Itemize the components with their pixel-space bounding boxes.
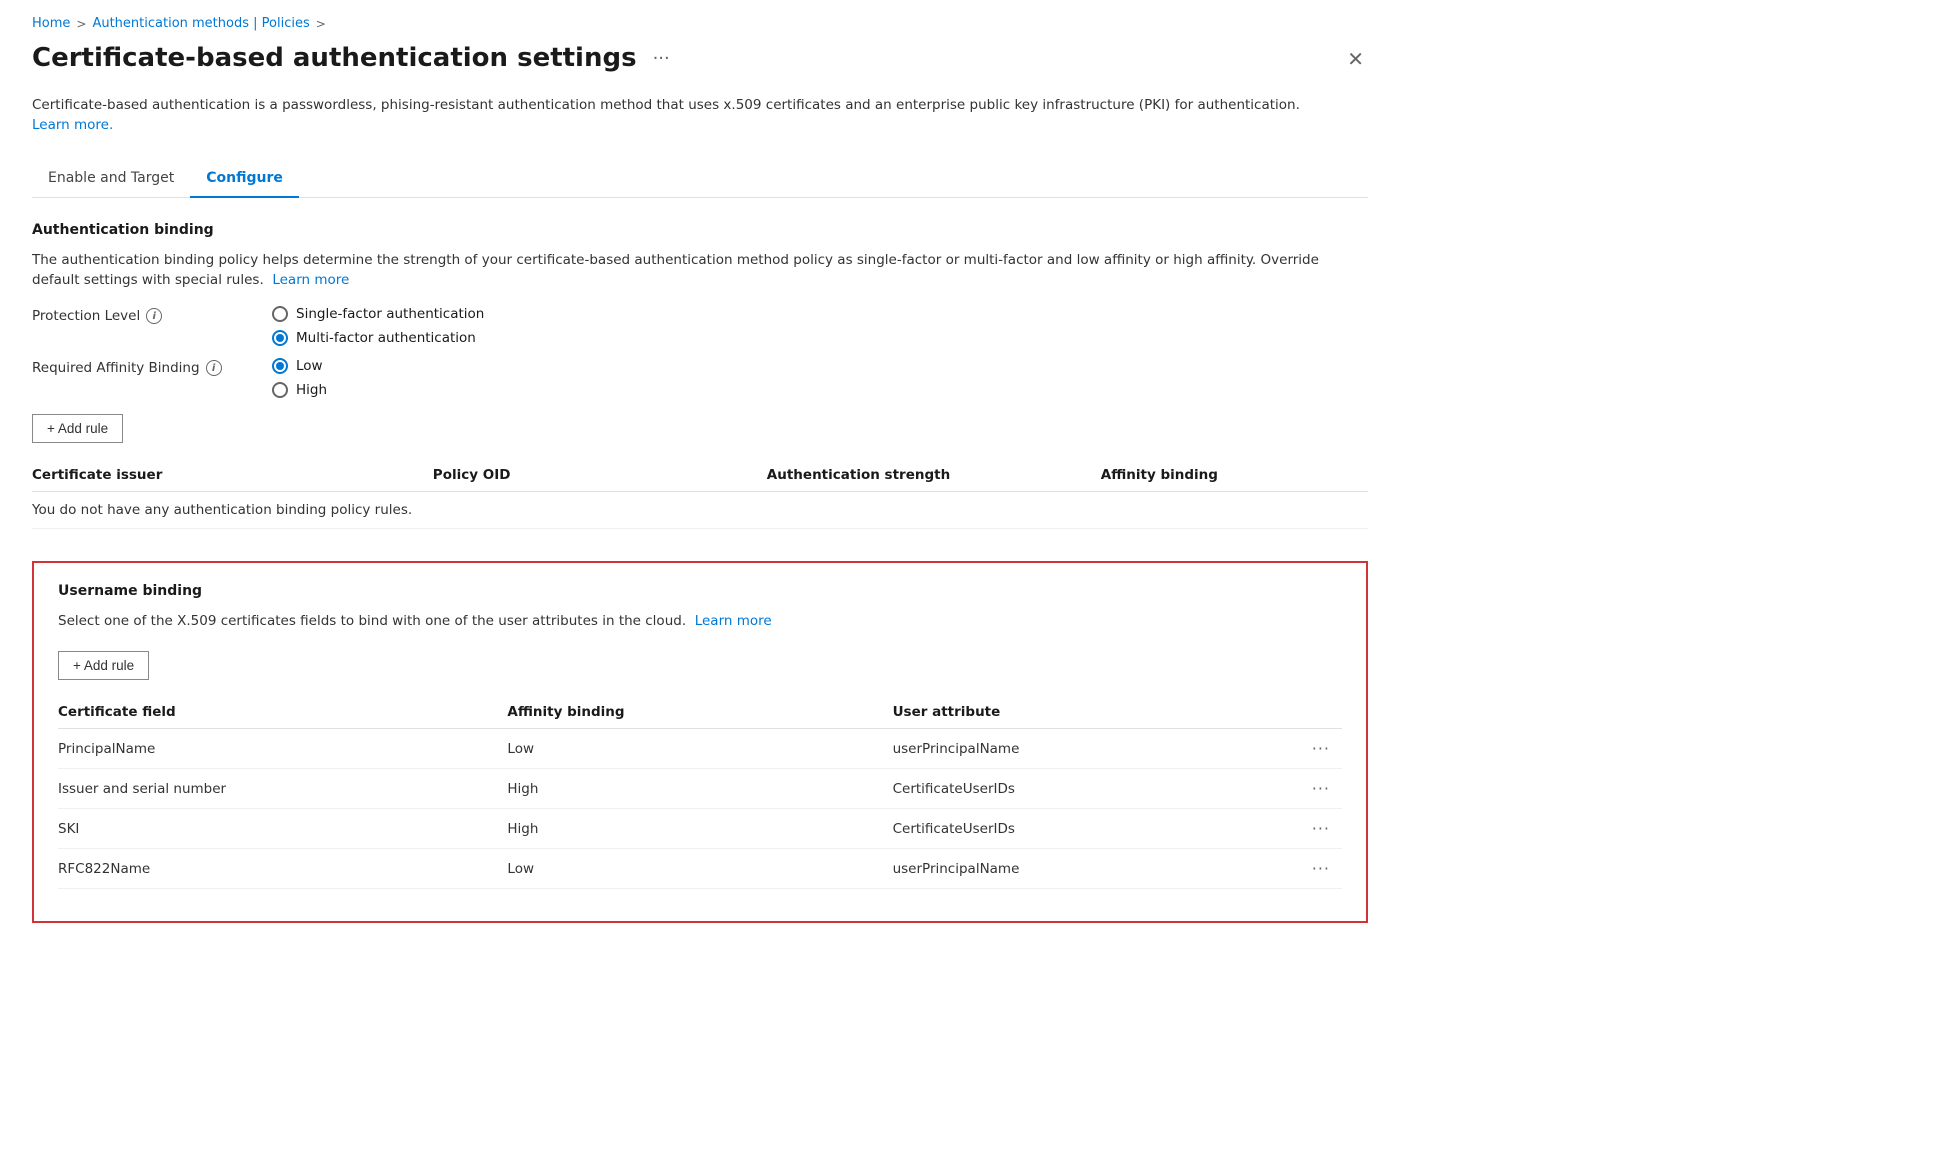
radio-single-factor-circle <box>272 306 288 322</box>
breadcrumb-sep-2: > <box>316 17 326 31</box>
username-binding-row: Issuer and serial number High Certificat… <box>58 769 1342 809</box>
auth-binding-empty-message: You do not have any authentication bindi… <box>32 492 1368 529</box>
radio-single-factor[interactable]: Single-factor authentication <box>272 306 484 322</box>
row-actions-cell: ··· <box>1278 849 1342 889</box>
username-binding-row: RFC822Name Low userPrincipalName ··· <box>58 849 1342 889</box>
row-actions-cell: ··· <box>1278 769 1342 809</box>
protection-level-info-icon[interactable]: i <box>146 308 162 324</box>
affinity-binding-cell: High <box>507 769 892 809</box>
breadcrumb-home[interactable]: Home <box>32 16 70 31</box>
row-actions-cell: ··· <box>1278 809 1342 849</box>
auth-binding-title: Authentication binding <box>32 222 1368 238</box>
username-binding-row: PrincipalName Low userPrincipalName ··· <box>58 729 1342 769</box>
username-binding-learn-more[interactable]: Learn more <box>695 613 772 629</box>
radio-low-label: Low <box>296 358 323 374</box>
page-header: Certificate-based authentication setting… <box>32 43 1368 75</box>
auth-binding-table: Certificate issuer Policy OID Authentica… <box>32 459 1368 529</box>
col-header-cert-field: Certificate field <box>58 696 507 729</box>
radio-low[interactable]: Low <box>272 358 327 374</box>
more-options-icon[interactable]: ··· <box>649 44 674 73</box>
user-attribute-cell: userPrincipalName <box>893 729 1278 769</box>
username-binding-table: Certificate field Affinity binding User … <box>58 696 1342 889</box>
tabs: Enable and Target Configure <box>32 160 1368 198</box>
breadcrumb-sep-1: > <box>76 17 86 31</box>
row-actions-cell: ··· <box>1278 729 1342 769</box>
radio-low-circle <box>272 358 288 374</box>
row-more-options-icon[interactable]: ··· <box>1312 779 1330 798</box>
auth-binding-learn-more[interactable]: Learn more <box>272 272 349 288</box>
cert-field-cell: PrincipalName <box>58 729 507 769</box>
row-more-options-icon[interactable]: ··· <box>1312 819 1330 838</box>
radio-multi-factor[interactable]: Multi-factor authentication <box>272 330 484 346</box>
radio-single-factor-label: Single-factor authentication <box>296 306 484 322</box>
page-title-row: Certificate-based authentication setting… <box>32 43 674 73</box>
page-learn-more-link[interactable]: Learn more. <box>32 117 113 133</box>
close-icon[interactable]: ✕ <box>1343 43 1368 75</box>
radio-multi-factor-label: Multi-factor authentication <box>296 330 476 346</box>
username-binding-row: SKI High CertificateUserIDs ··· <box>58 809 1342 849</box>
col-header-policy-oid: Policy OID <box>433 459 767 492</box>
col-header-affinity: Affinity binding <box>507 696 892 729</box>
affinity-binding-label: Required Affinity Binding i <box>32 358 232 376</box>
username-binding-title: Username binding <box>58 583 1342 599</box>
username-binding-add-rule-button[interactable]: + Add rule <box>58 651 149 680</box>
protection-level-row: Protection Level i Single-factor authent… <box>32 306 1368 346</box>
username-binding-section: Username binding Select one of the X.509… <box>32 561 1368 923</box>
user-attribute-cell: CertificateUserIDs <box>893 809 1278 849</box>
row-more-options-icon[interactable]: ··· <box>1312 859 1330 878</box>
col-header-cert-issuer: Certificate issuer <box>32 459 433 492</box>
affinity-binding-cell: Low <box>507 849 892 889</box>
page-title: Certificate-based authentication setting… <box>32 43 637 73</box>
radio-high-label: High <box>296 382 327 398</box>
affinity-binding-radio-group: Low High <box>272 358 327 398</box>
protection-level-radio-group: Single-factor authentication Multi-facto… <box>272 306 484 346</box>
col-header-actions <box>1278 696 1342 729</box>
col-header-affinity-binding: Affinity binding <box>1101 459 1368 492</box>
affinity-binding-info-icon[interactable]: i <box>206 360 222 376</box>
affinity-binding-row: Required Affinity Binding i Low High <box>32 358 1368 398</box>
radio-high[interactable]: High <box>272 382 327 398</box>
auth-binding-add-rule-button[interactable]: + Add rule <box>32 414 123 443</box>
page-description: Certificate-based authentication is a pa… <box>32 95 1332 136</box>
auth-binding-empty-row: You do not have any authentication bindi… <box>32 492 1368 529</box>
radio-high-circle <box>272 382 288 398</box>
cert-field-cell: RFC822Name <box>58 849 507 889</box>
page-container: Home > Authentication methods | Policies… <box>0 0 1400 955</box>
user-attribute-cell: CertificateUserIDs <box>893 769 1278 809</box>
tab-configure[interactable]: Configure <box>190 160 299 198</box>
radio-multi-factor-dot <box>276 334 284 342</box>
tab-enable-and-target[interactable]: Enable and Target <box>32 160 190 198</box>
breadcrumb-auth-methods[interactable]: Authentication methods | Policies <box>92 16 309 31</box>
auth-binding-description: The authentication binding policy helps … <box>32 250 1368 291</box>
col-header-user-attr: User attribute <box>893 696 1278 729</box>
affinity-binding-cell: High <box>507 809 892 849</box>
cert-field-cell: Issuer and serial number <box>58 769 507 809</box>
row-more-options-icon[interactable]: ··· <box>1312 739 1330 758</box>
radio-low-dot <box>276 362 284 370</box>
cert-field-cell: SKI <box>58 809 507 849</box>
auth-binding-section: Authentication binding The authenticatio… <box>32 222 1368 530</box>
col-header-auth-strength: Authentication strength <box>767 459 1101 492</box>
protection-level-label: Protection Level i <box>32 306 232 324</box>
user-attribute-cell: userPrincipalName <box>893 849 1278 889</box>
radio-multi-factor-circle <box>272 330 288 346</box>
breadcrumb: Home > Authentication methods | Policies… <box>32 16 1368 31</box>
affinity-binding-cell: Low <box>507 729 892 769</box>
username-binding-description: Select one of the X.509 certificates fie… <box>58 611 1342 631</box>
